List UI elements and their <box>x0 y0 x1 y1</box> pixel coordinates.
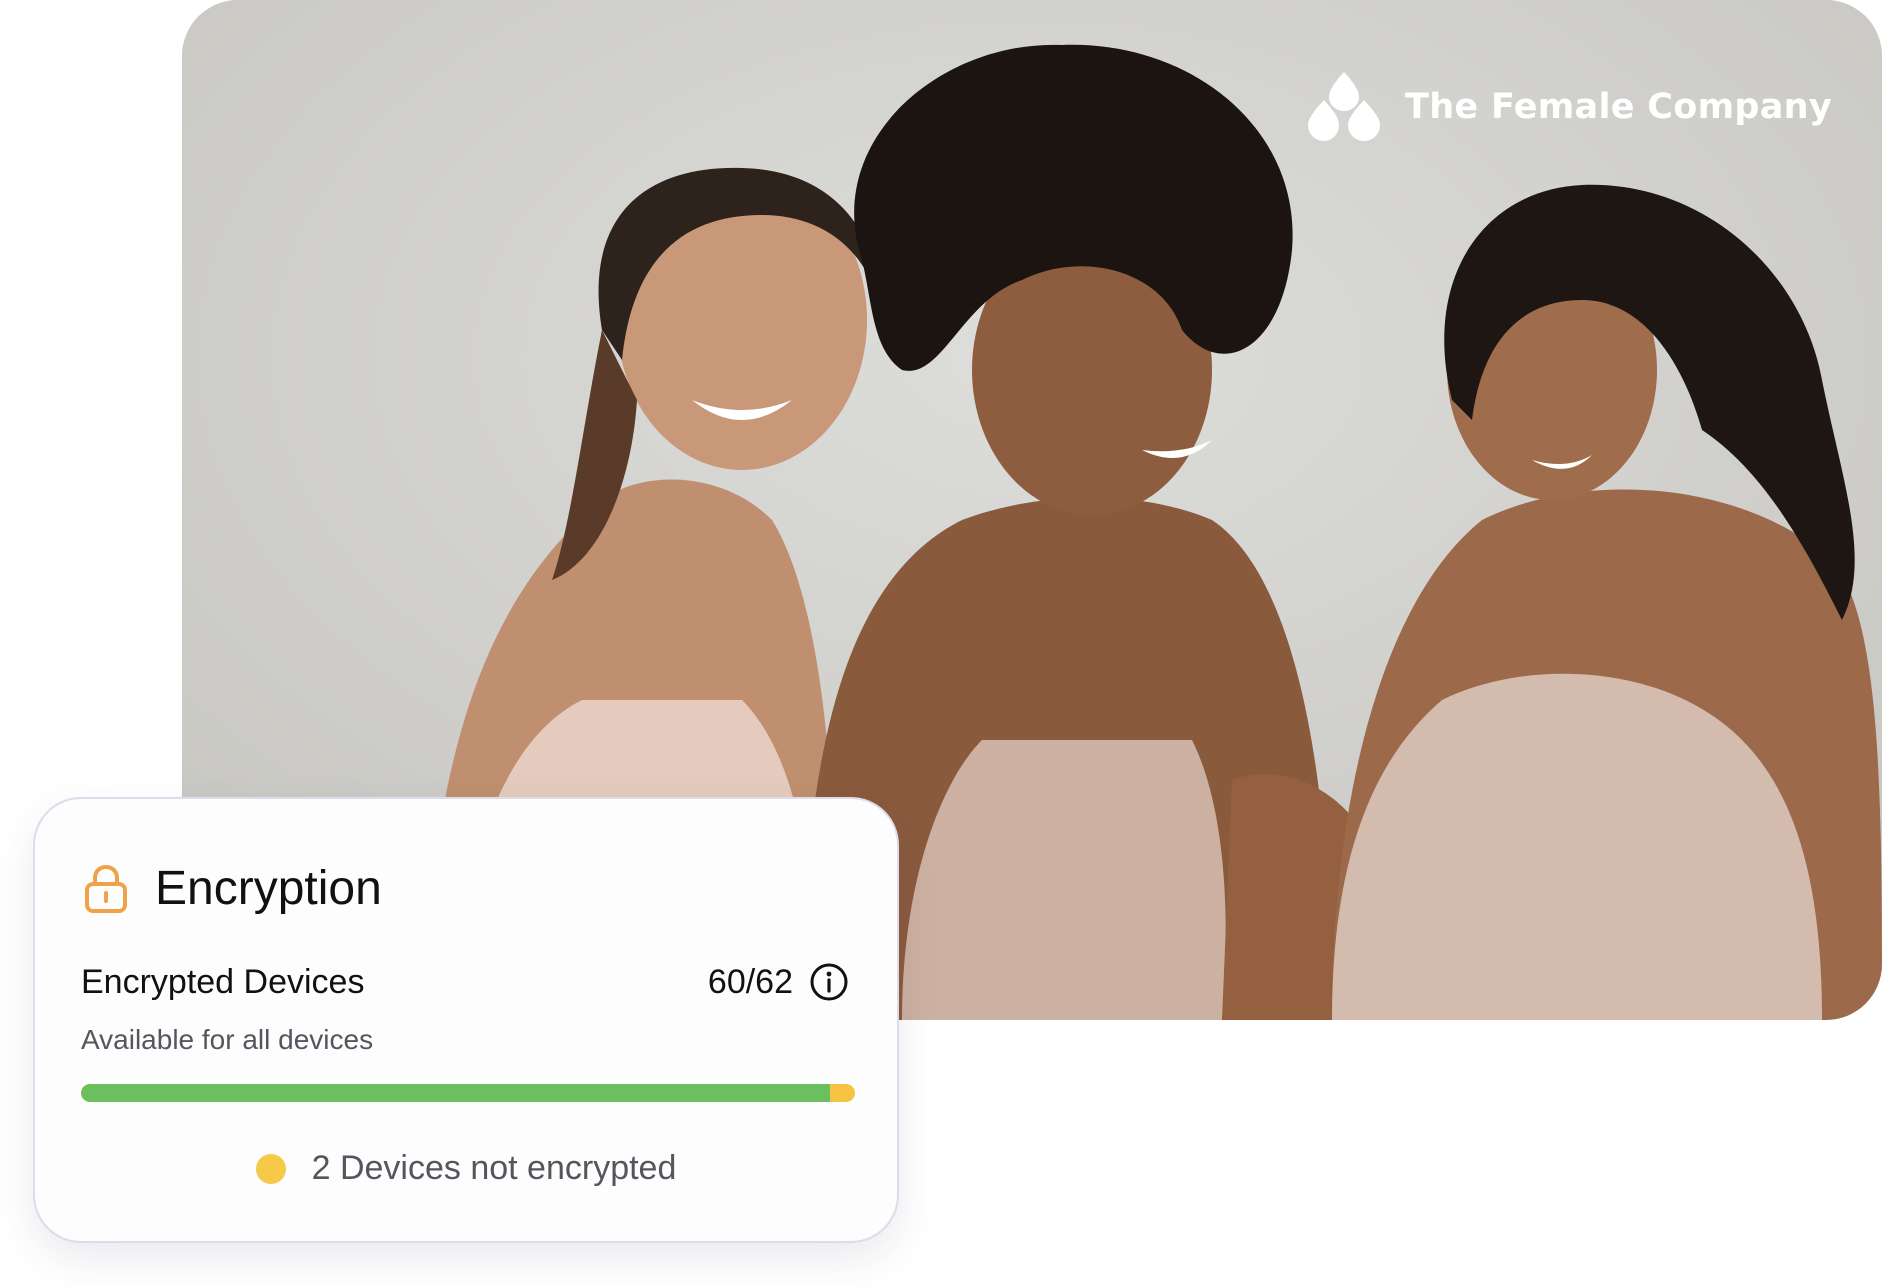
encrypted-devices-label: Encrypted Devices <box>81 962 365 1001</box>
brand-lockup: The Female Company <box>1303 70 1832 144</box>
unencrypted-status: 2 Devices not encrypted <box>35 1149 897 1188</box>
encryption-progress-fill <box>81 1084 831 1102</box>
status-dot-icon <box>255 1153 286 1184</box>
brand-name: The Female Company <box>1405 87 1832 127</box>
card-title: Encryption <box>155 862 382 915</box>
lock-icon <box>85 864 127 913</box>
encrypted-devices-count-group: 60/62 <box>708 962 849 1002</box>
droplets-icon <box>1308 72 1381 141</box>
card-header: Encryption <box>83 861 382 916</box>
unencrypted-status-text: 2 Devices not encrypted <box>311 1149 677 1187</box>
hero-stage: The Female Company Encryption Encrypted … <box>0 0 1884 1287</box>
encrypted-devices-row: Encrypted Devices 60/62 <box>81 962 849 1002</box>
encryption-progress-bar <box>81 1084 855 1102</box>
info-icon[interactable] <box>809 962 849 1002</box>
availability-text: Available for all devices <box>81 1024 374 1055</box>
encrypted-devices-count: 60/62 <box>707 962 793 1001</box>
encryption-card: Encryption Encrypted Devices 60/62 Avail… <box>33 797 899 1243</box>
